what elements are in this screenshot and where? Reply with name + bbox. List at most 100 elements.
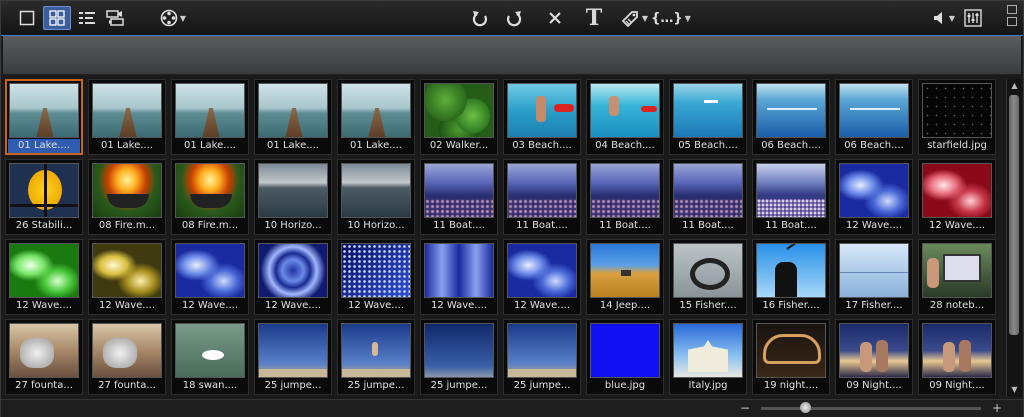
thumbnail-image [756,323,826,378]
zoom-slider-handle[interactable] [800,402,811,413]
thumbnail-art-shape [840,84,908,137]
thumbnail-item[interactable]: 01 Lake.... [254,79,332,155]
thumbnail-label: 01 Lake.... [184,140,236,151]
thumbnail-label: 12 Wave.... [845,220,903,231]
chevron-down-icon: ▼ [179,13,187,23]
thumbnail-item[interactable]: 15 Fisher.... [669,239,747,315]
thumbnail-item[interactable]: 25 jumpe... [254,319,332,395]
thumbnail-item[interactable]: 03 Beach.... [503,79,581,155]
thumbnail-item[interactable]: 11 Boat.... [586,159,664,235]
scroll-up-icon[interactable]: ▲ [1008,79,1021,93]
thumbnail-item[interactable]: 25 jumpe... [420,319,498,395]
thumbnail-item[interactable]: 09 Night.... [918,319,996,395]
thumbnail-item[interactable]: 10 Horizo... [337,159,415,235]
single-view-icon[interactable] [15,6,39,30]
thumbnail-item[interactable]: 27 founta... [5,319,83,395]
thumbnail-item[interactable]: 09 Night.... [835,319,913,395]
list-view-icon[interactable] [75,6,99,30]
thumbnail-label: 10 Horizo... [347,220,405,231]
thumbnail-item[interactable]: 11 Boat.... [420,159,498,235]
thumbnail-item[interactable]: 19 night.... [752,319,830,395]
grid-view-icon[interactable] [43,6,71,30]
thumbnail-item[interactable]: 17 Fisher.... [835,239,913,315]
thumbnail-label: 01 Lake.... [350,140,402,151]
thumbnail-item[interactable]: 11 Boat.... [752,159,830,235]
thumbnail-item[interactable]: 11 Boat.... [669,159,747,235]
thumbnail-item[interactable]: 25 jumpe... [337,319,415,395]
vertical-scrollbar[interactable]: ▲ ▼ [1006,79,1022,397]
zoom-out-button[interactable]: − [737,401,753,415]
maximize-icon[interactable] [1007,17,1017,26]
thumbnail-item[interactable]: 12 Wave.... [835,159,913,235]
film-reel-icon[interactable]: ▼ [157,6,189,30]
thumbnail-item[interactable]: 08 Fire.m... [88,159,166,235]
thumbnail-item[interactable]: 12 Wave.... [337,239,415,315]
thumbnail-item[interactable]: 12 Wave.... [88,239,166,315]
thumbnail-label: 14 Jeep.... [599,300,651,311]
thumbnail-item[interactable]: 11 Boat.... [503,159,581,235]
restore-icon[interactable] [1007,5,1017,14]
thumbnail-image [9,323,79,378]
thumbnail-item[interactable]: 01 Lake.... [88,79,166,155]
thumbnail-art-shape [10,244,78,297]
thumbnail-item[interactable]: blue.jpg [586,319,664,395]
thumbnail-item[interactable]: 08 Fire.m... [171,159,249,235]
thumbnail-label: 18 swan.... [182,380,238,391]
volume-icon[interactable]: ▼ [929,6,959,30]
thumbnail-item[interactable]: 06 Beach.... [835,79,913,155]
thumbnail-item[interactable]: 18 swan.... [171,319,249,395]
thumbnail-art-shape [20,338,54,368]
thumbnail-item[interactable]: 05 Beach.... [669,79,747,155]
thumbnail-item[interactable]: 01 Lake.... [5,79,83,155]
thumbnail-art-shape [927,258,939,288]
thumbnail-item[interactable]: 12 Wave.... [918,159,996,235]
video-audio-icon[interactable] [103,6,129,30]
zoom-slider-track[interactable] [761,407,981,410]
thumbnail-label: 10 Horizo... [264,220,322,231]
secondary-toolbar [3,36,1021,75]
thumbnail-image [341,83,411,138]
thumbnail-item[interactable]: 10 Horizo... [254,159,332,235]
scroll-down-icon[interactable]: ▼ [1008,383,1021,397]
thumbnail-item[interactable]: 02 Walker... [420,79,498,155]
redo-icon[interactable] [503,6,525,30]
thumbnail-item[interactable]: 25 jumpe... [503,319,581,395]
thumbnail-item[interactable]: 14 Jeep.... [586,239,664,315]
thumbnail-item[interactable]: 06 Beach.... [752,79,830,155]
thumbnail-item[interactable]: 12 Wave.... [503,239,581,315]
thumbnail-item[interactable]: 04 Beach.... [586,79,664,155]
tag-icon[interactable]: ▼ [617,6,651,30]
thumbnail-label: 12 Wave.... [928,220,986,231]
thumbnail-item[interactable]: 16 Fisher.... [752,239,830,315]
zoom-in-button[interactable]: + [989,401,1005,415]
mixer-icon[interactable] [963,6,983,30]
thumbnail-image [507,163,577,218]
thumbnail-art-shape [259,369,327,377]
thumbnail-item[interactable]: 28 noteb... [918,239,996,315]
thumbnail-item[interactable]: starfield.jpg [918,79,996,155]
thumbnail-item[interactable]: 12 Wave.... [5,239,83,315]
thumbnail-item[interactable]: 01 Lake.... [171,79,249,155]
thumbnail-image [507,83,577,138]
thumbnail-art-shape [508,369,576,377]
thumbnail-art-shape [342,244,410,297]
undo-icon[interactable] [469,6,491,30]
thumbnail-label: 02 Walker... [429,140,489,151]
thumbnail-item[interactable]: 12 Wave.... [420,239,498,315]
text-icon[interactable]: T [583,6,605,30]
thumbnail-art-shape [425,199,493,217]
bracket-icon[interactable]: {…} ▼ [651,6,691,30]
thumbnail-image [507,243,577,298]
thumbnail-image [175,163,245,218]
thumbnail-item[interactable]: 12 Wave.... [171,239,249,315]
thumbnail-item[interactable]: 27 founta... [88,319,166,395]
thumbnail-label: 11 Boat.... [516,220,568,231]
thumbnail-item[interactable]: 01 Lake.... [337,79,415,155]
thumbnail-art-shape [372,342,378,356]
thumbnail-item[interactable]: 26 Stabili... [5,159,83,235]
thumbnail-label: 11 Boat.... [765,220,817,231]
delete-icon[interactable] [545,6,565,30]
thumbnail-item[interactable]: 12 Wave.... [254,239,332,315]
scroll-thumb[interactable] [1009,95,1019,335]
thumbnail-item[interactable]: Italy.jpg [669,319,747,395]
